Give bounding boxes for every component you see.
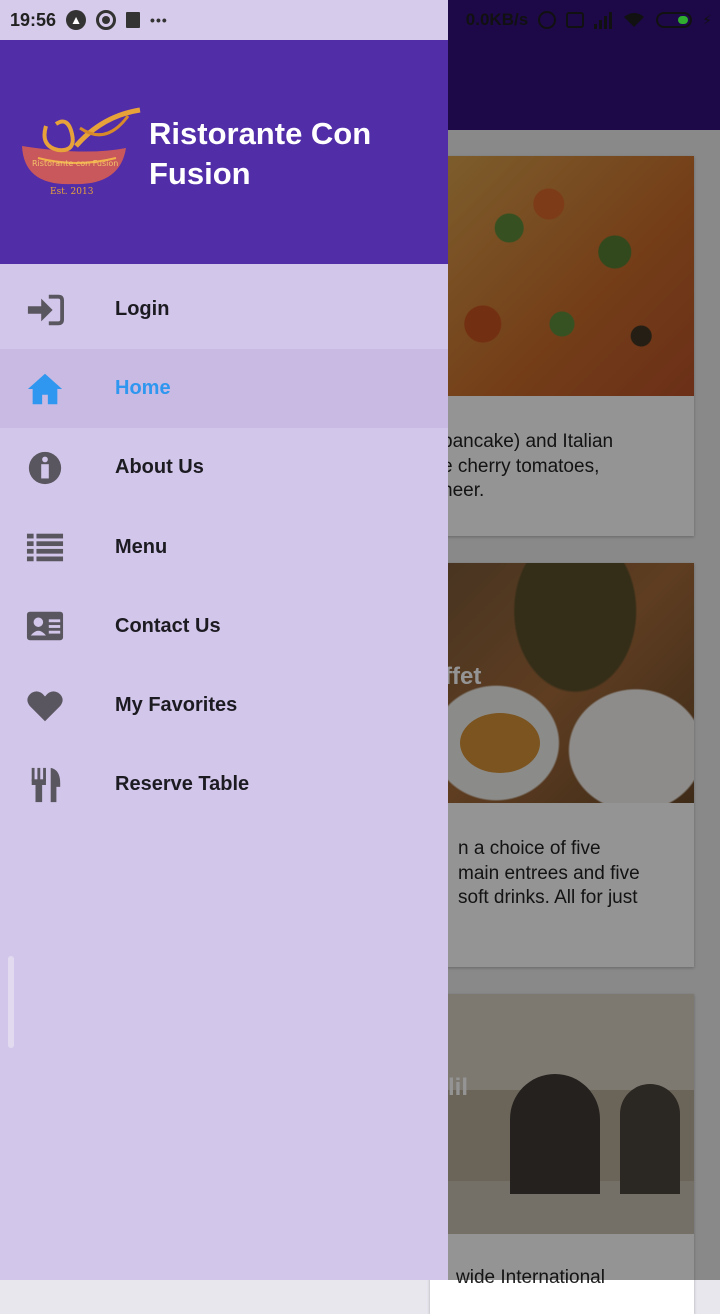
wifi-icon <box>624 13 645 27</box>
app-title: Ristorante Con Fusion <box>149 116 372 191</box>
drawer-item-label: Home <box>115 377 171 400</box>
info-circle-icon <box>25 448 65 488</box>
address-card-icon <box>25 606 65 646</box>
status-bar-right: 0.0KB/s ⚡ <box>448 0 720 40</box>
more-dots-icon: ••• <box>150 12 168 28</box>
drawer-header: Ristorante con Fusion Est. 2013 Ristoran… <box>0 40 448 264</box>
drawer-item-label: Reserve Table <box>115 773 250 796</box>
list-icon <box>25 527 65 567</box>
signal-icon <box>594 11 613 29</box>
sign-in-icon <box>25 290 65 330</box>
status-bar-left: 19:56 ▲ ••• <box>0 0 448 40</box>
drawer-item-contact[interactable]: Contact Us <box>0 587 448 666</box>
logo-text-bottom: Est. 2013 <box>50 187 94 197</box>
drawer-item-label: Menu <box>115 535 168 558</box>
drawer-item-favorites[interactable]: My Favorites <box>0 666 448 745</box>
status-time: 19:56 <box>10 9 57 30</box>
drawer-menu: Login Home About Us Menu Contact Us My F… <box>0 270 448 824</box>
status-bar: 19:56 ▲ ••• 0.0KB/s ⚡ <box>0 0 720 40</box>
nav-notification-icon: ▲ <box>66 10 87 30</box>
drawer-item-about[interactable]: About Us <box>0 428 448 507</box>
sim-icon <box>566 12 585 28</box>
drawer-item-label: Login <box>115 298 170 321</box>
battery-icon <box>656 12 693 28</box>
navigation-drawer: Ristorante con Fusion Est. 2013 Ristoran… <box>0 0 448 1280</box>
trash-icon <box>126 12 141 28</box>
cutlery-icon <box>25 765 65 805</box>
drawer-item-label: About Us <box>115 456 204 479</box>
drawer-scrollbar[interactable] <box>8 956 14 1048</box>
logo-text-top: Ristorante con Fusion <box>32 159 118 168</box>
restaurant-logo: Ristorante con Fusion Est. 2013 <box>22 107 141 197</box>
sync-icon <box>96 10 117 30</box>
home-icon <box>25 369 65 409</box>
drawer-item-label: My Favorites <box>115 694 238 717</box>
drawer-item-menu[interactable]: Menu <box>0 508 448 587</box>
charging-icon: ⚡ <box>702 11 712 28</box>
network-speed: 0.0KB/s <box>465 10 529 29</box>
drawer-item-reserve[interactable]: Reserve Table <box>0 745 448 824</box>
drawer-item-label: Contact Us <box>115 614 221 637</box>
drawer-item-home[interactable]: Home <box>0 349 448 429</box>
alarm-icon <box>538 11 557 29</box>
heart-icon <box>25 686 65 726</box>
drawer-item-login[interactable]: Login <box>0 270 448 349</box>
